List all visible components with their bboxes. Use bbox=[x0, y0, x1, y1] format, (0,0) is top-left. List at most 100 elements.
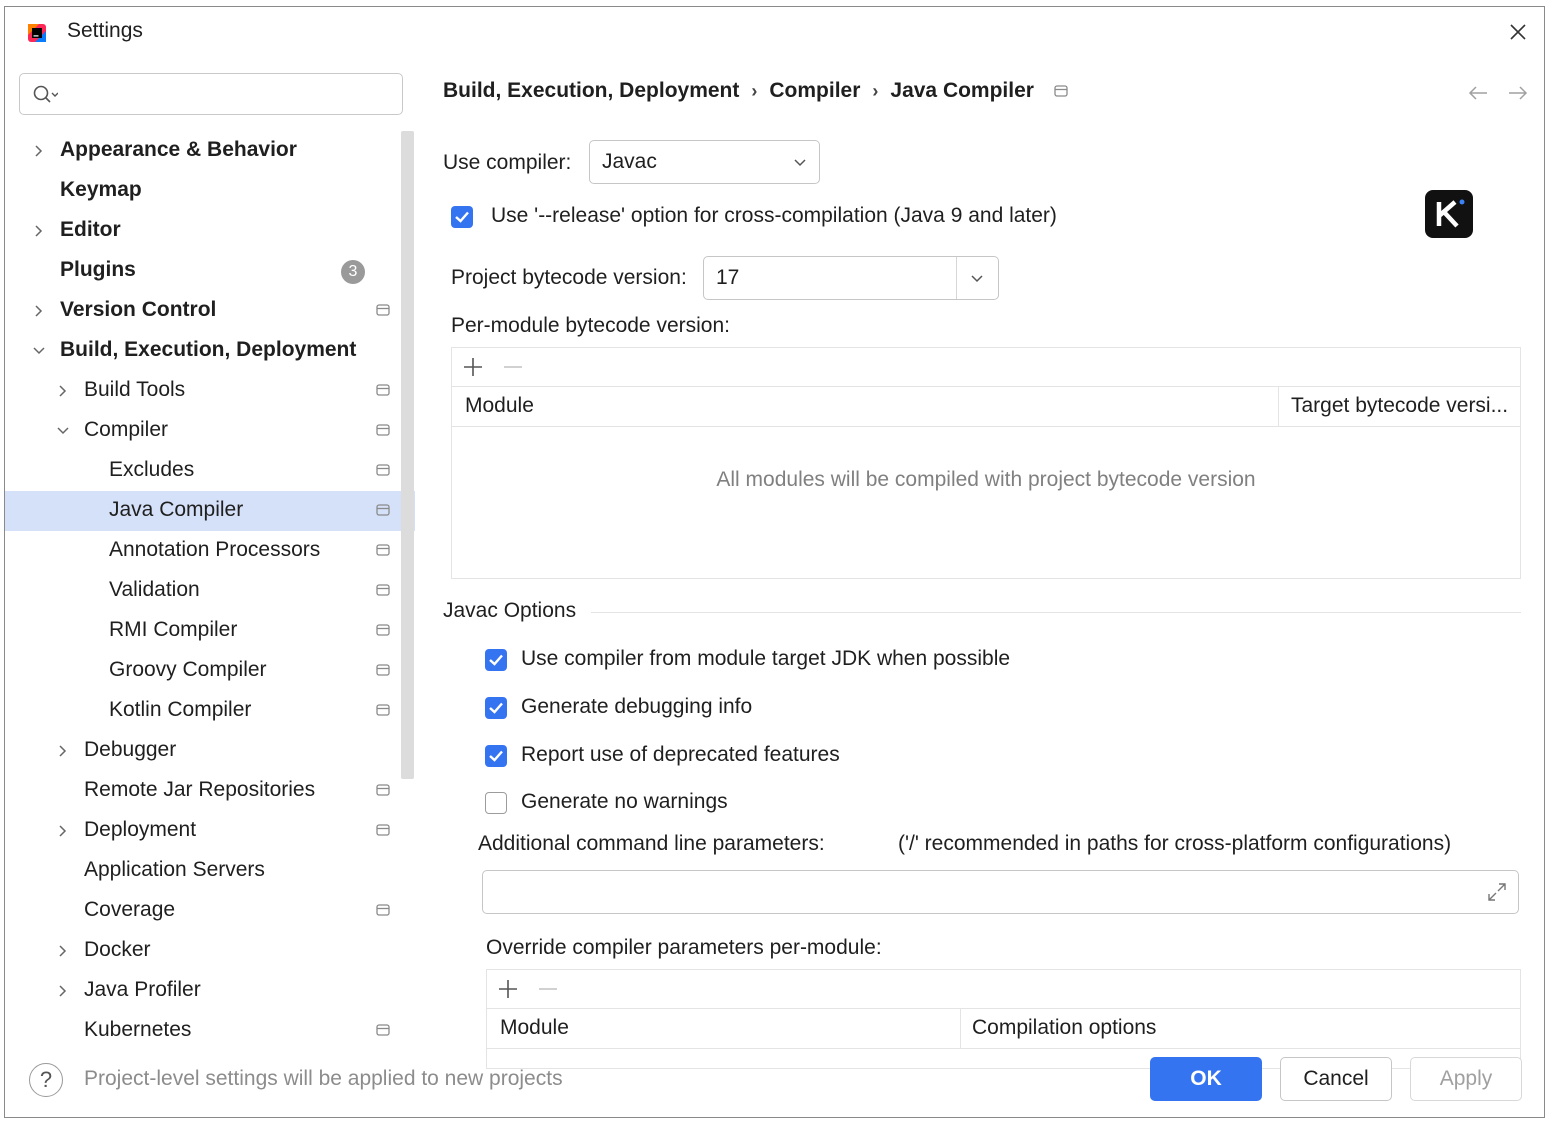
tree-item-deployment[interactable]: Deployment bbox=[5, 811, 415, 851]
tree-item-build-tools[interactable]: Build Tools bbox=[5, 371, 415, 411]
tree-item-compiler[interactable]: Compiler bbox=[5, 411, 415, 451]
ok-button[interactable]: OK bbox=[1150, 1057, 1262, 1101]
chevron-right-icon[interactable] bbox=[31, 221, 47, 241]
column-header-compilation-options[interactable]: Compilation options bbox=[972, 1016, 1156, 1040]
project-level-icon bbox=[376, 1024, 390, 1036]
project-level-icon bbox=[376, 544, 390, 556]
tree-item-docker[interactable]: Docker bbox=[5, 931, 415, 971]
tree-item-java-compiler[interactable]: Java Compiler bbox=[5, 491, 415, 531]
chevron-down-icon[interactable] bbox=[55, 421, 71, 441]
tree-item-application-servers[interactable]: Application Servers bbox=[5, 851, 415, 891]
tree-item-debugger[interactable]: Debugger bbox=[5, 731, 415, 771]
chevron-down-icon[interactable] bbox=[31, 341, 47, 361]
chevron-right-icon[interactable] bbox=[55, 981, 71, 1001]
generate-no-warnings-checkbox[interactable] bbox=[485, 792, 507, 814]
generate-no-warnings-label[interactable]: Generate no warnings bbox=[521, 790, 728, 814]
column-divider[interactable] bbox=[1278, 386, 1279, 426]
breadcrumb-item[interactable]: Compiler bbox=[769, 79, 860, 103]
tree-item-remote-jar-repositories[interactable]: Remote Jar Repositories bbox=[5, 771, 415, 811]
tree-item-label: Coverage bbox=[84, 898, 176, 921]
title-bar: Settings bbox=[5, 7, 1544, 57]
help-button[interactable]: ? bbox=[29, 1063, 63, 1097]
bytecode-version-value: 17 bbox=[716, 266, 740, 289]
report-deprecated-label[interactable]: Report use of deprecated features bbox=[521, 743, 840, 767]
tree-item-appearance-behavior[interactable]: Appearance & Behavior bbox=[5, 131, 415, 171]
tree-item-rmi-compiler[interactable]: RMI Compiler bbox=[5, 611, 415, 651]
combo-divider bbox=[956, 257, 957, 299]
release-option-checkbox[interactable] bbox=[451, 206, 473, 228]
tree-item-label: Docker bbox=[84, 938, 151, 961]
tree-item-editor[interactable]: Editor bbox=[5, 211, 415, 251]
tree-item-keymap[interactable]: Keymap bbox=[5, 171, 415, 211]
settings-dialog: Settings Appearance & Behavior Keymap Ed… bbox=[4, 6, 1545, 1118]
tree-item-version-control[interactable]: Version Control bbox=[5, 291, 415, 331]
remove-icon bbox=[504, 366, 522, 368]
project-level-note: Project-level settings will be applied t… bbox=[84, 1067, 563, 1090]
tree-item-kubernetes[interactable]: Kubernetes bbox=[5, 1011, 415, 1041]
bytecode-version-combo[interactable]: 17 bbox=[703, 256, 999, 300]
tree-item-excludes[interactable]: Excludes bbox=[5, 451, 415, 491]
tree-item-plugins[interactable]: Plugins 3 bbox=[5, 251, 415, 291]
add-icon[interactable] bbox=[462, 356, 484, 378]
tree-item-validation[interactable]: Validation bbox=[5, 571, 415, 611]
project-level-icon bbox=[376, 304, 390, 316]
additional-params-hint: ('/' recommended in paths for cross-plat… bbox=[898, 832, 1452, 855]
table-header: Module Target bytecode versi... bbox=[452, 386, 1520, 427]
chevron-right-icon[interactable] bbox=[55, 381, 71, 401]
chevron-right-icon[interactable] bbox=[55, 741, 71, 761]
project-level-icon bbox=[376, 504, 390, 516]
breadcrumb: Build, Execution, Deployment › Compiler › Ja… bbox=[443, 79, 1068, 103]
additional-params-input[interactable] bbox=[482, 870, 1519, 914]
project-level-icon bbox=[376, 424, 390, 436]
settings-search-field[interactable] bbox=[19, 73, 403, 115]
close-icon[interactable] bbox=[1506, 20, 1530, 44]
generate-debug-info-label[interactable]: Generate debugging info bbox=[521, 695, 752, 719]
column-header-target-bytecode[interactable]: Target bytecode versi... bbox=[1291, 394, 1508, 418]
tree-item-java-profiler[interactable]: Java Profiler bbox=[5, 971, 415, 1011]
add-icon[interactable] bbox=[497, 978, 519, 1000]
project-level-icon bbox=[376, 904, 390, 916]
chevron-right-icon[interactable] bbox=[55, 941, 71, 961]
back-arrow-icon[interactable] bbox=[1467, 85, 1489, 101]
tree-item-groovy-compiler[interactable]: Groovy Compiler bbox=[5, 651, 415, 691]
table-toolbar bbox=[487, 970, 1520, 1009]
breadcrumb-separator: › bbox=[751, 81, 758, 101]
column-header-module[interactable]: Module bbox=[465, 394, 534, 418]
per-module-bytecode-table: Module Target bytecode versi... All modu… bbox=[451, 347, 1521, 579]
generate-debug-info-checkbox[interactable] bbox=[485, 697, 507, 719]
column-header-module[interactable]: Module bbox=[500, 1016, 569, 1040]
javac-options-section-title: Javac Options bbox=[443, 599, 577, 622]
use-module-jdk-checkbox[interactable] bbox=[485, 649, 507, 671]
expand-icon[interactable] bbox=[1486, 881, 1508, 903]
tree-item-kotlin-compiler[interactable]: Kotlin Compiler bbox=[5, 691, 415, 731]
tree-item-coverage[interactable]: Coverage bbox=[5, 891, 415, 931]
table-empty-text: All modules will be compiled with projec… bbox=[716, 468, 1256, 491]
checkmark-icon bbox=[489, 750, 503, 762]
release-option-label[interactable]: Use '--release' option for cross-compila… bbox=[491, 204, 1057, 228]
tree-item-label: Editor bbox=[60, 218, 121, 241]
tree-item-label: Compiler bbox=[84, 418, 169, 441]
search-input[interactable] bbox=[66, 80, 390, 110]
use-compiler-value: Javac bbox=[602, 150, 657, 173]
tree-item-build-execution-deployment[interactable]: Build, Execution, Deployment bbox=[5, 331, 415, 371]
chevron-right-icon[interactable] bbox=[31, 301, 47, 321]
report-deprecated-checkbox[interactable] bbox=[485, 745, 507, 767]
apply-button[interactable]: Apply bbox=[1410, 1057, 1522, 1101]
tree-item-label: Appearance & Behavior bbox=[60, 138, 297, 161]
breadcrumb-separator: › bbox=[872, 81, 879, 101]
forward-arrow-icon[interactable] bbox=[1507, 85, 1529, 101]
tree-item-label: Build Tools bbox=[84, 378, 186, 401]
dialog-footer: ? Project-level settings will be applied… bbox=[5, 1041, 1544, 1117]
breadcrumb-item[interactable]: Build, Execution, Deployment bbox=[443, 79, 739, 103]
cancel-button[interactable]: Cancel bbox=[1280, 1057, 1392, 1101]
sidebar-scrollbar[interactable] bbox=[401, 131, 414, 779]
chevron-down-icon[interactable] bbox=[970, 274, 984, 284]
tree-item-annotation-processors[interactable]: Annotation Processors bbox=[5, 531, 415, 571]
chevron-right-icon[interactable] bbox=[55, 821, 71, 841]
project-level-icon bbox=[1054, 85, 1068, 98]
use-compiler-dropdown[interactable]: Javac bbox=[589, 140, 820, 184]
tree-item-label: Kubernetes bbox=[84, 1018, 192, 1041]
chevron-right-icon[interactable] bbox=[31, 141, 47, 161]
project-level-icon bbox=[376, 384, 390, 396]
use-module-jdk-label[interactable]: Use compiler from module target JDK when… bbox=[521, 647, 1010, 671]
